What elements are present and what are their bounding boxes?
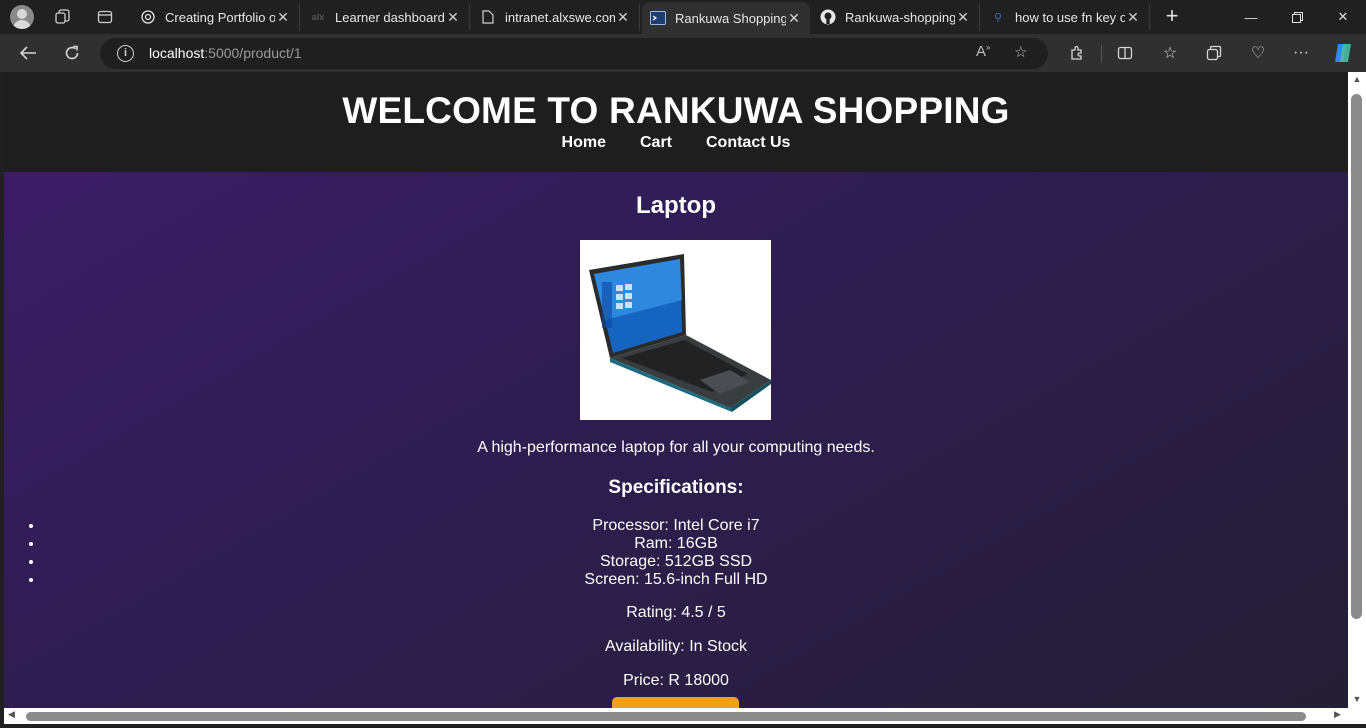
tab-learner-dashboard[interactable]: alx Learner dashboard | ✕ xyxy=(302,3,470,31)
nav-contact-link[interactable]: Contact Us xyxy=(706,134,790,152)
scrollbar-corner xyxy=(1348,708,1366,724)
tab-search-fn-key[interactable]: ⚲ how to use fn key on ✕ xyxy=(982,3,1150,31)
workspaces-icon[interactable] xyxy=(48,4,78,30)
scroll-up-arrow-icon[interactable]: ▲ xyxy=(1351,74,1363,86)
spec-item: Ram: 16GB xyxy=(44,535,1348,553)
refresh-icon[interactable] xyxy=(59,41,85,65)
add-to-cart-button[interactable] xyxy=(612,697,739,708)
site-header: WELCOME TO RANKUWA SHOPPING Home Cart Co… xyxy=(4,72,1348,172)
url-text[interactable]: localhost:5000/product/1 xyxy=(149,45,302,61)
specs-list: Processor: Intel Core i7 Ram: 16GB Stora… xyxy=(4,517,1348,589)
product-availability: Availability: In Stock xyxy=(605,638,747,655)
laptop-image xyxy=(580,240,771,420)
close-icon[interactable]: ✕ xyxy=(445,9,461,26)
browser-toolbar: i localhost:5000/product/1 A» ☆ ☆ ♡ ··· xyxy=(0,34,1366,72)
window-bottom-edge xyxy=(0,724,1366,728)
product-content: Laptop A high-performance laptop for all… xyxy=(4,172,1348,708)
alx-icon: alx xyxy=(311,12,325,22)
product-description: A high-performance laptop for all your c… xyxy=(477,439,875,456)
site-info-icon[interactable]: i xyxy=(117,45,134,62)
close-icon[interactable]: ✕ xyxy=(615,9,631,26)
vertical-scroll-thumb[interactable] xyxy=(1351,94,1362,619)
tab-github-rankuwa[interactable]: Rankuwa-shopping/ ✕ xyxy=(812,3,980,31)
copilot-icon[interactable] xyxy=(1330,41,1356,65)
site-nav: Home Cart Contact Us xyxy=(4,134,1348,152)
tab-intranet[interactable]: intranet.alxswe.com ✕ xyxy=(472,3,640,31)
horizontal-scrollbar[interactable]: ◀ ▶ xyxy=(4,708,1348,724)
extensions-icon[interactable] xyxy=(1064,41,1090,65)
close-window-button[interactable]: ✕ xyxy=(1320,0,1366,34)
specs-heading: Specifications: xyxy=(608,477,744,498)
spec-item: Processor: Intel Core i7 xyxy=(44,517,1348,535)
product-name: Laptop xyxy=(636,192,716,219)
browser-essentials-icon[interactable]: ♡ xyxy=(1245,41,1271,65)
minimize-button[interactable]: — xyxy=(1228,0,1274,34)
scroll-right-arrow-icon[interactable]: ▶ xyxy=(1334,709,1341,720)
split-screen-icon[interactable] xyxy=(1112,41,1138,65)
product-rating: Rating: 4.5 / 5 xyxy=(626,604,726,621)
more-menu-icon[interactable]: ··· xyxy=(1288,41,1314,65)
profile-avatar[interactable] xyxy=(10,5,34,29)
favorites-icon[interactable]: ☆ xyxy=(1157,41,1183,65)
tab-title: Learner dashboard | xyxy=(335,9,445,25)
tab-title: how to use fn key on xyxy=(1015,9,1125,25)
close-icon[interactable]: ✕ xyxy=(786,10,802,27)
tab-title: Rankuwa-shopping/ xyxy=(845,9,955,25)
tab-creating-portfolio[interactable]: Creating Portfolio on ✕ xyxy=(132,3,300,31)
tab-title: Rankuwa Shopping xyxy=(675,10,786,26)
close-icon[interactable]: ✕ xyxy=(275,9,291,26)
collections-icon[interactable] xyxy=(1201,41,1227,65)
tab-rankuwa-shopping[interactable]: Rankuwa Shopping ✕ xyxy=(642,2,810,34)
toolbar-divider xyxy=(1101,45,1102,63)
nav-home-link[interactable]: Home xyxy=(562,134,606,152)
browser-tab-strip: Creating Portfolio on ✕ alx Learner dash… xyxy=(0,0,1366,34)
site-title: WELCOME TO RANKUWA SHOPPING xyxy=(342,90,1010,131)
close-icon[interactable]: ✕ xyxy=(955,9,971,26)
page-viewport: WELCOME TO RANKUWA SHOPPING Home Cart Co… xyxy=(4,72,1348,708)
chatgpt-icon xyxy=(140,9,156,25)
back-arrow-icon[interactable] xyxy=(15,41,41,65)
address-bar[interactable]: i localhost:5000/product/1 A» ☆ xyxy=(100,38,1048,69)
vertical-scrollbar[interactable]: ▲ ▼ xyxy=(1348,72,1366,708)
nav-cart-link[interactable]: Cart xyxy=(640,134,672,152)
spec-item: Storage: 512GB SSD xyxy=(44,553,1348,571)
scroll-down-arrow-icon[interactable]: ▼ xyxy=(1351,694,1363,706)
horizontal-scroll-thumb[interactable] xyxy=(26,712,1306,721)
restore-button[interactable] xyxy=(1274,0,1320,34)
new-tab-button[interactable]: + xyxy=(1160,5,1184,29)
tab-title: Creating Portfolio on xyxy=(165,9,275,25)
read-aloud-icon[interactable]: A» xyxy=(976,43,990,60)
vertical-tabs-icon[interactable] xyxy=(90,4,120,30)
favorite-star-icon[interactable]: ☆ xyxy=(1014,43,1027,61)
close-icon[interactable]: ✕ xyxy=(1125,9,1141,26)
spec-item: Screen: 15.6-inch Full HD xyxy=(44,571,1348,589)
github-icon xyxy=(820,9,836,25)
product-price: Price: R 18000 xyxy=(623,672,729,689)
document-icon xyxy=(480,9,496,25)
terminal-icon xyxy=(650,10,666,26)
search-icon: ⚲ xyxy=(993,11,1003,24)
scroll-left-arrow-icon[interactable]: ◀ xyxy=(8,709,15,720)
tab-title: intranet.alxswe.com xyxy=(505,9,615,25)
